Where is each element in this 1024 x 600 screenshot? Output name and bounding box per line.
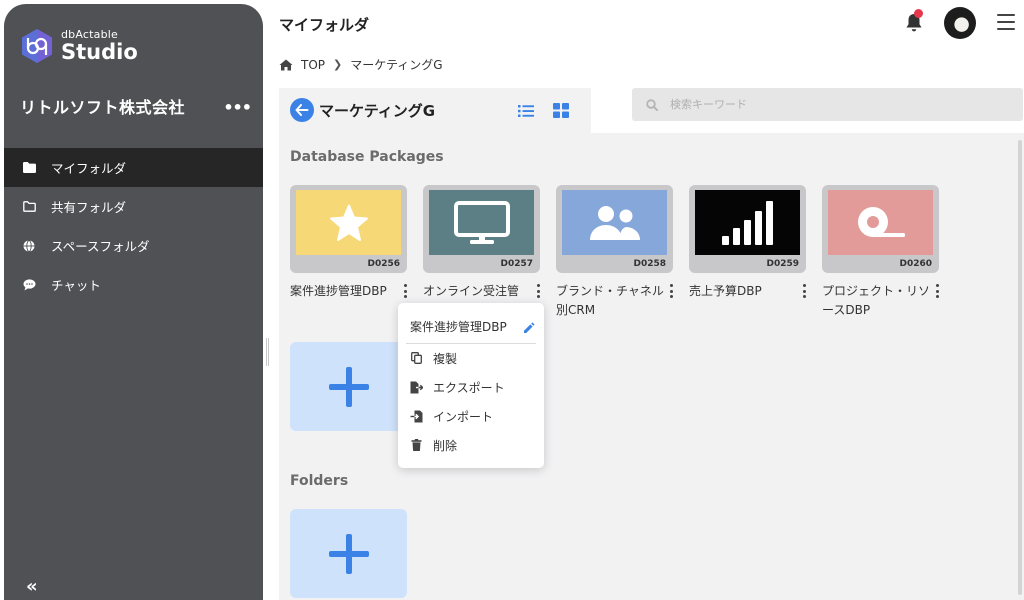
logo-big-text: Studio: [61, 40, 138, 64]
globe-icon: [22, 239, 36, 253]
breadcrumb-current: マーケティングG: [350, 58, 443, 72]
section-title-packages: Database Packages: [290, 149, 444, 165]
search-box: [632, 88, 1023, 121]
plus-icon: [328, 366, 369, 407]
package-thumbnail: [828, 190, 933, 255]
search-icon: [646, 98, 658, 111]
package-card-d0260[interactable]: D0260: [822, 185, 939, 273]
package-card-d0258[interactable]: D0258: [556, 185, 673, 273]
users-icon: [589, 205, 640, 240]
sidebar-item-label: 共有フォルダ: [51, 200, 127, 215]
sidebar-nav: マイフォルダ 共有フォルダ スペースフォルダ チャット: [4, 148, 263, 304]
section-title-folders: Folders: [290, 473, 349, 489]
package-card-d0256[interactable]: D0256: [290, 185, 407, 273]
copy-icon: [410, 352, 423, 365]
more-vertical-icon[interactable]: [801, 284, 807, 298]
context-menu-divider: [406, 343, 536, 344]
chevron-right-icon: ❯: [333, 58, 343, 71]
package-label: オンライン受注管: [423, 284, 520, 298]
sidebar-item-chat[interactable]: チャット: [4, 265, 263, 304]
add-folder-button[interactable]: [290, 509, 407, 598]
package-thumbnail: [562, 190, 667, 255]
breadcrumb-top-link[interactable]: TOP: [301, 58, 325, 72]
sidebar: dbActable Studio リトルソフト株式会社 ••• マイフォルダ 共…: [4, 4, 263, 600]
trash-icon: [410, 439, 423, 452]
sidebar-item-shared-folder[interactable]: 共有フォルダ: [4, 187, 263, 226]
arrow-left-icon: [295, 104, 309, 116]
package-code: D0257: [500, 259, 533, 269]
scrollbar[interactable]: [1018, 140, 1022, 595]
notification-badge: [914, 9, 923, 18]
app-logo[interactable]: dbActable Studio: [20, 28, 138, 64]
package-thumbnail: [296, 190, 401, 255]
company-more-button[interactable]: •••: [223, 98, 252, 117]
package-card-d0257[interactable]: D0257: [423, 185, 540, 273]
context-menu-label: インポート: [433, 409, 494, 424]
package-label: ブランド・チャネル別CRM: [556, 284, 664, 317]
back-button[interactable]: [290, 98, 314, 122]
sidebar-item-label: チャット: [51, 278, 101, 293]
star-icon: [329, 204, 368, 241]
package-code: D0260: [899, 259, 932, 269]
context-menu-duplicate[interactable]: 複製: [410, 349, 457, 367]
more-vertical-icon[interactable]: [402, 284, 408, 298]
package-code: D0258: [633, 259, 666, 269]
more-vertical-icon[interactable]: [668, 284, 674, 298]
folder-name: マーケティングG: [319, 102, 436, 120]
import-icon: [410, 410, 423, 423]
plus-icon: [328, 533, 369, 574]
breadcrumb: TOP ❯ マーケティングG: [279, 56, 443, 73]
context-menu-export[interactable]: エクスポート: [410, 378, 505, 396]
pencil-icon[interactable]: [523, 319, 535, 333]
package-code: D0259: [766, 259, 799, 269]
signal-bars-icon: [721, 200, 773, 245]
list-view-icon[interactable]: [518, 103, 534, 117]
home-icon[interactable]: [279, 59, 293, 71]
search-input[interactable]: [670, 98, 1010, 111]
monitor-icon: [453, 200, 510, 244]
folder-solid-icon: [22, 161, 36, 175]
company-name: リトルソフト株式会社: [20, 98, 186, 117]
folder-outline-icon: [22, 200, 36, 214]
context-menu-label: 削除: [433, 438, 458, 453]
context-menu-delete[interactable]: 削除: [410, 436, 457, 454]
sidebar-item-space-folder[interactable]: スペースフォルダ: [4, 226, 263, 265]
tape-icon: [857, 206, 905, 237]
package-card-d0259[interactable]: D0259: [689, 185, 806, 273]
export-icon: [410, 381, 423, 394]
logo-small-text: dbActable: [61, 28, 119, 41]
context-menu-label: エクスポート: [433, 380, 505, 395]
package-label: 売上予算DBP: [689, 284, 762, 298]
package-thumbnail: [695, 190, 800, 255]
package-context-menu: 案件進捗管理DBP 複製 エクスポート インポート 削除: [398, 303, 544, 468]
sidebar-item-label: マイフォルダ: [51, 161, 127, 176]
sidebar-item-label: スペースフォルダ: [51, 239, 150, 254]
chat-bubble-icon: [22, 278, 36, 292]
context-menu-title: 案件進捗管理DBP: [410, 320, 507, 334]
user-avatar[interactable]: [944, 7, 976, 39]
grid-view-icon[interactable]: [553, 103, 569, 118]
collapse-sidebar-button[interactable]: «: [26, 576, 38, 597]
context-menu-import[interactable]: インポート: [410, 407, 493, 425]
package-label: プロジェクト・リソースDBP: [822, 284, 931, 317]
sidebar-resize-handle[interactable]: [266, 338, 269, 366]
logo-mark-icon: [20, 28, 54, 64]
more-vertical-icon[interactable]: [535, 284, 541, 298]
hamburger-menu-icon[interactable]: [997, 14, 1015, 30]
add-package-button[interactable]: [290, 342, 407, 431]
package-code: D0256: [367, 259, 400, 269]
package-label: 案件進捗管理DBP: [290, 284, 387, 298]
more-vertical-icon[interactable]: [934, 284, 940, 298]
page-title: マイフォルダ: [279, 16, 370, 34]
package-thumbnail: [429, 190, 534, 255]
context-menu-label: 複製: [433, 351, 458, 366]
sidebar-item-my-folder[interactable]: マイフォルダ: [4, 148, 263, 187]
